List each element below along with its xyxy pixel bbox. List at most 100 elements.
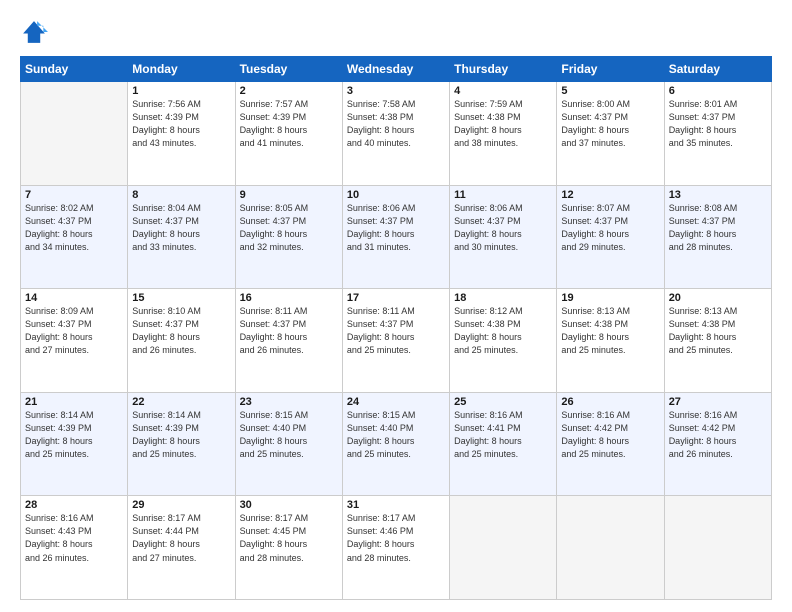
day-info: Sunrise: 8:16 AM Sunset: 4:42 PM Dayligh…	[561, 409, 659, 461]
day-number: 14	[25, 292, 123, 304]
calendar-cell-2-1: 7Sunrise: 8:02 AM Sunset: 4:37 PM Daylig…	[21, 185, 128, 289]
day-info: Sunrise: 8:17 AM Sunset: 4:44 PM Dayligh…	[132, 512, 230, 564]
day-info: Sunrise: 8:05 AM Sunset: 4:37 PM Dayligh…	[240, 202, 338, 254]
day-info: Sunrise: 8:04 AM Sunset: 4:37 PM Dayligh…	[132, 202, 230, 254]
weekday-tuesday: Tuesday	[235, 57, 342, 82]
calendar-cell-5-7	[664, 496, 771, 600]
day-number: 17	[347, 292, 445, 304]
day-info: Sunrise: 8:13 AM Sunset: 4:38 PM Dayligh…	[561, 305, 659, 357]
calendar-cell-4-5: 25Sunrise: 8:16 AM Sunset: 4:41 PM Dayli…	[450, 392, 557, 496]
calendar-cell-5-2: 29Sunrise: 8:17 AM Sunset: 4:44 PM Dayli…	[128, 496, 235, 600]
calendar-cell-3-2: 15Sunrise: 8:10 AM Sunset: 4:37 PM Dayli…	[128, 289, 235, 393]
calendar-row-1: 1Sunrise: 7:56 AM Sunset: 4:39 PM Daylig…	[21, 82, 772, 186]
calendar-row-2: 7Sunrise: 8:02 AM Sunset: 4:37 PM Daylig…	[21, 185, 772, 289]
day-info: Sunrise: 8:09 AM Sunset: 4:37 PM Dayligh…	[25, 305, 123, 357]
logo	[20, 18, 52, 46]
calendar-cell-2-5: 11Sunrise: 8:06 AM Sunset: 4:37 PM Dayli…	[450, 185, 557, 289]
day-number: 6	[669, 85, 767, 97]
day-info: Sunrise: 8:06 AM Sunset: 4:37 PM Dayligh…	[454, 202, 552, 254]
calendar-cell-1-3: 2Sunrise: 7:57 AM Sunset: 4:39 PM Daylig…	[235, 82, 342, 186]
day-info: Sunrise: 7:56 AM Sunset: 4:39 PM Dayligh…	[132, 98, 230, 150]
day-info: Sunrise: 8:13 AM Sunset: 4:38 PM Dayligh…	[669, 305, 767, 357]
day-number: 21	[25, 396, 123, 408]
calendar-cell-3-6: 19Sunrise: 8:13 AM Sunset: 4:38 PM Dayli…	[557, 289, 664, 393]
calendar-cell-1-7: 6Sunrise: 8:01 AM Sunset: 4:37 PM Daylig…	[664, 82, 771, 186]
day-number: 30	[240, 499, 338, 511]
day-info: Sunrise: 8:07 AM Sunset: 4:37 PM Dayligh…	[561, 202, 659, 254]
day-number: 13	[669, 189, 767, 201]
day-number: 29	[132, 499, 230, 511]
day-info: Sunrise: 8:02 AM Sunset: 4:37 PM Dayligh…	[25, 202, 123, 254]
day-info: Sunrise: 8:16 AM Sunset: 4:43 PM Dayligh…	[25, 512, 123, 564]
calendar-cell-4-6: 26Sunrise: 8:16 AM Sunset: 4:42 PM Dayli…	[557, 392, 664, 496]
page: SundayMondayTuesdayWednesdayThursdayFrid…	[0, 0, 792, 612]
day-number: 10	[347, 189, 445, 201]
weekday-header-row: SundayMondayTuesdayWednesdayThursdayFrid…	[21, 57, 772, 82]
weekday-sunday: Sunday	[21, 57, 128, 82]
day-number: 24	[347, 396, 445, 408]
day-info: Sunrise: 8:14 AM Sunset: 4:39 PM Dayligh…	[25, 409, 123, 461]
day-number: 28	[25, 499, 123, 511]
day-number: 2	[240, 85, 338, 97]
calendar-cell-3-3: 16Sunrise: 8:11 AM Sunset: 4:37 PM Dayli…	[235, 289, 342, 393]
calendar-row-3: 14Sunrise: 8:09 AM Sunset: 4:37 PM Dayli…	[21, 289, 772, 393]
calendar-row-4: 21Sunrise: 8:14 AM Sunset: 4:39 PM Dayli…	[21, 392, 772, 496]
weekday-thursday: Thursday	[450, 57, 557, 82]
calendar-cell-4-4: 24Sunrise: 8:15 AM Sunset: 4:40 PM Dayli…	[342, 392, 449, 496]
calendar-cell-1-4: 3Sunrise: 7:58 AM Sunset: 4:38 PM Daylig…	[342, 82, 449, 186]
day-info: Sunrise: 7:58 AM Sunset: 4:38 PM Dayligh…	[347, 98, 445, 150]
weekday-wednesday: Wednesday	[342, 57, 449, 82]
day-info: Sunrise: 8:15 AM Sunset: 4:40 PM Dayligh…	[347, 409, 445, 461]
weekday-saturday: Saturday	[664, 57, 771, 82]
calendar-row-5: 28Sunrise: 8:16 AM Sunset: 4:43 PM Dayli…	[21, 496, 772, 600]
calendar-cell-1-1	[21, 82, 128, 186]
day-number: 5	[561, 85, 659, 97]
day-number: 15	[132, 292, 230, 304]
day-number: 27	[669, 396, 767, 408]
day-number: 23	[240, 396, 338, 408]
calendar-cell-4-2: 22Sunrise: 8:14 AM Sunset: 4:39 PM Dayli…	[128, 392, 235, 496]
day-info: Sunrise: 8:08 AM Sunset: 4:37 PM Dayligh…	[669, 202, 767, 254]
day-number: 22	[132, 396, 230, 408]
day-info: Sunrise: 8:14 AM Sunset: 4:39 PM Dayligh…	[132, 409, 230, 461]
day-info: Sunrise: 8:11 AM Sunset: 4:37 PM Dayligh…	[240, 305, 338, 357]
day-info: Sunrise: 7:59 AM Sunset: 4:38 PM Dayligh…	[454, 98, 552, 150]
day-number: 12	[561, 189, 659, 201]
day-number: 19	[561, 292, 659, 304]
calendar-cell-1-2: 1Sunrise: 7:56 AM Sunset: 4:39 PM Daylig…	[128, 82, 235, 186]
calendar-cell-2-6: 12Sunrise: 8:07 AM Sunset: 4:37 PM Dayli…	[557, 185, 664, 289]
calendar-cell-1-6: 5Sunrise: 8:00 AM Sunset: 4:37 PM Daylig…	[557, 82, 664, 186]
calendar-cell-1-5: 4Sunrise: 7:59 AM Sunset: 4:38 PM Daylig…	[450, 82, 557, 186]
calendar-cell-2-4: 10Sunrise: 8:06 AM Sunset: 4:37 PM Dayli…	[342, 185, 449, 289]
day-number: 7	[25, 189, 123, 201]
calendar-cell-4-7: 27Sunrise: 8:16 AM Sunset: 4:42 PM Dayli…	[664, 392, 771, 496]
day-number: 1	[132, 85, 230, 97]
day-number: 25	[454, 396, 552, 408]
day-number: 31	[347, 499, 445, 511]
calendar-cell-5-5	[450, 496, 557, 600]
day-info: Sunrise: 8:16 AM Sunset: 4:42 PM Dayligh…	[669, 409, 767, 461]
day-info: Sunrise: 7:57 AM Sunset: 4:39 PM Dayligh…	[240, 98, 338, 150]
day-info: Sunrise: 8:17 AM Sunset: 4:46 PM Dayligh…	[347, 512, 445, 564]
calendar-cell-2-3: 9Sunrise: 8:05 AM Sunset: 4:37 PM Daylig…	[235, 185, 342, 289]
day-info: Sunrise: 8:10 AM Sunset: 4:37 PM Dayligh…	[132, 305, 230, 357]
calendar-cell-5-1: 28Sunrise: 8:16 AM Sunset: 4:43 PM Dayli…	[21, 496, 128, 600]
header	[20, 18, 772, 46]
day-info: Sunrise: 8:01 AM Sunset: 4:37 PM Dayligh…	[669, 98, 767, 150]
day-info: Sunrise: 8:11 AM Sunset: 4:37 PM Dayligh…	[347, 305, 445, 357]
day-number: 9	[240, 189, 338, 201]
day-info: Sunrise: 8:12 AM Sunset: 4:38 PM Dayligh…	[454, 305, 552, 357]
day-number: 16	[240, 292, 338, 304]
calendar-cell-3-7: 20Sunrise: 8:13 AM Sunset: 4:38 PM Dayli…	[664, 289, 771, 393]
day-number: 11	[454, 189, 552, 201]
calendar-cell-3-1: 14Sunrise: 8:09 AM Sunset: 4:37 PM Dayli…	[21, 289, 128, 393]
day-info: Sunrise: 8:00 AM Sunset: 4:37 PM Dayligh…	[561, 98, 659, 150]
calendar: SundayMondayTuesdayWednesdayThursdayFrid…	[20, 56, 772, 600]
calendar-cell-4-3: 23Sunrise: 8:15 AM Sunset: 4:40 PM Dayli…	[235, 392, 342, 496]
day-info: Sunrise: 8:06 AM Sunset: 4:37 PM Dayligh…	[347, 202, 445, 254]
day-info: Sunrise: 8:17 AM Sunset: 4:45 PM Dayligh…	[240, 512, 338, 564]
calendar-cell-3-5: 18Sunrise: 8:12 AM Sunset: 4:38 PM Dayli…	[450, 289, 557, 393]
calendar-cell-5-3: 30Sunrise: 8:17 AM Sunset: 4:45 PM Dayli…	[235, 496, 342, 600]
day-number: 4	[454, 85, 552, 97]
calendar-cell-2-7: 13Sunrise: 8:08 AM Sunset: 4:37 PM Dayli…	[664, 185, 771, 289]
